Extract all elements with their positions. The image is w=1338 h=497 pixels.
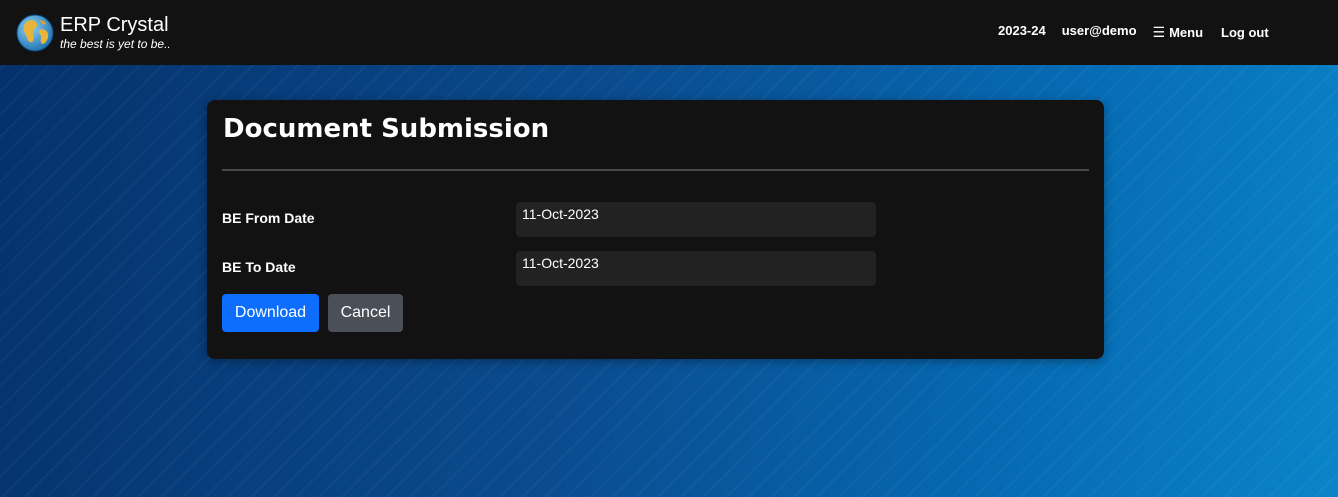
menu-button[interactable]: ☰ Menu	[1153, 24, 1204, 41]
top-navbar: ERP Crystal the best is yet to be.. 2023…	[0, 0, 1338, 65]
cancel-button[interactable]: Cancel	[328, 294, 403, 332]
logout-link[interactable]: Log out	[1221, 25, 1269, 40]
brand[interactable]: ERP Crystal the best is yet to be..	[16, 14, 171, 52]
be-from-date-label: BE From Date	[222, 210, 315, 226]
user-account[interactable]: user@demo	[1062, 23, 1137, 38]
be-to-date-input[interactable]: 11-Oct-2023	[516, 251, 876, 286]
hamburger-icon: ☰	[1152, 24, 1166, 40]
financial-year[interactable]: 2023-24	[998, 23, 1046, 38]
app-title: ERP Crystal	[60, 13, 169, 36]
download-button[interactable]: Download	[222, 294, 319, 332]
menu-label: Menu	[1169, 25, 1204, 40]
title-divider	[222, 169, 1089, 171]
page-title: Document Submission	[223, 114, 550, 144]
be-from-date-input[interactable]: 11-Oct-2023	[516, 202, 876, 237]
document-submission-card: Document Submission BE From Date 11-Oct-…	[207, 100, 1104, 359]
globe-icon	[16, 14, 54, 52]
top-nav: 2023-24 user@demo ☰ Menu Log out	[998, 20, 1269, 41]
app-tagline: the best is yet to be..	[60, 36, 171, 51]
be-to-date-label: BE To Date	[222, 259, 296, 275]
